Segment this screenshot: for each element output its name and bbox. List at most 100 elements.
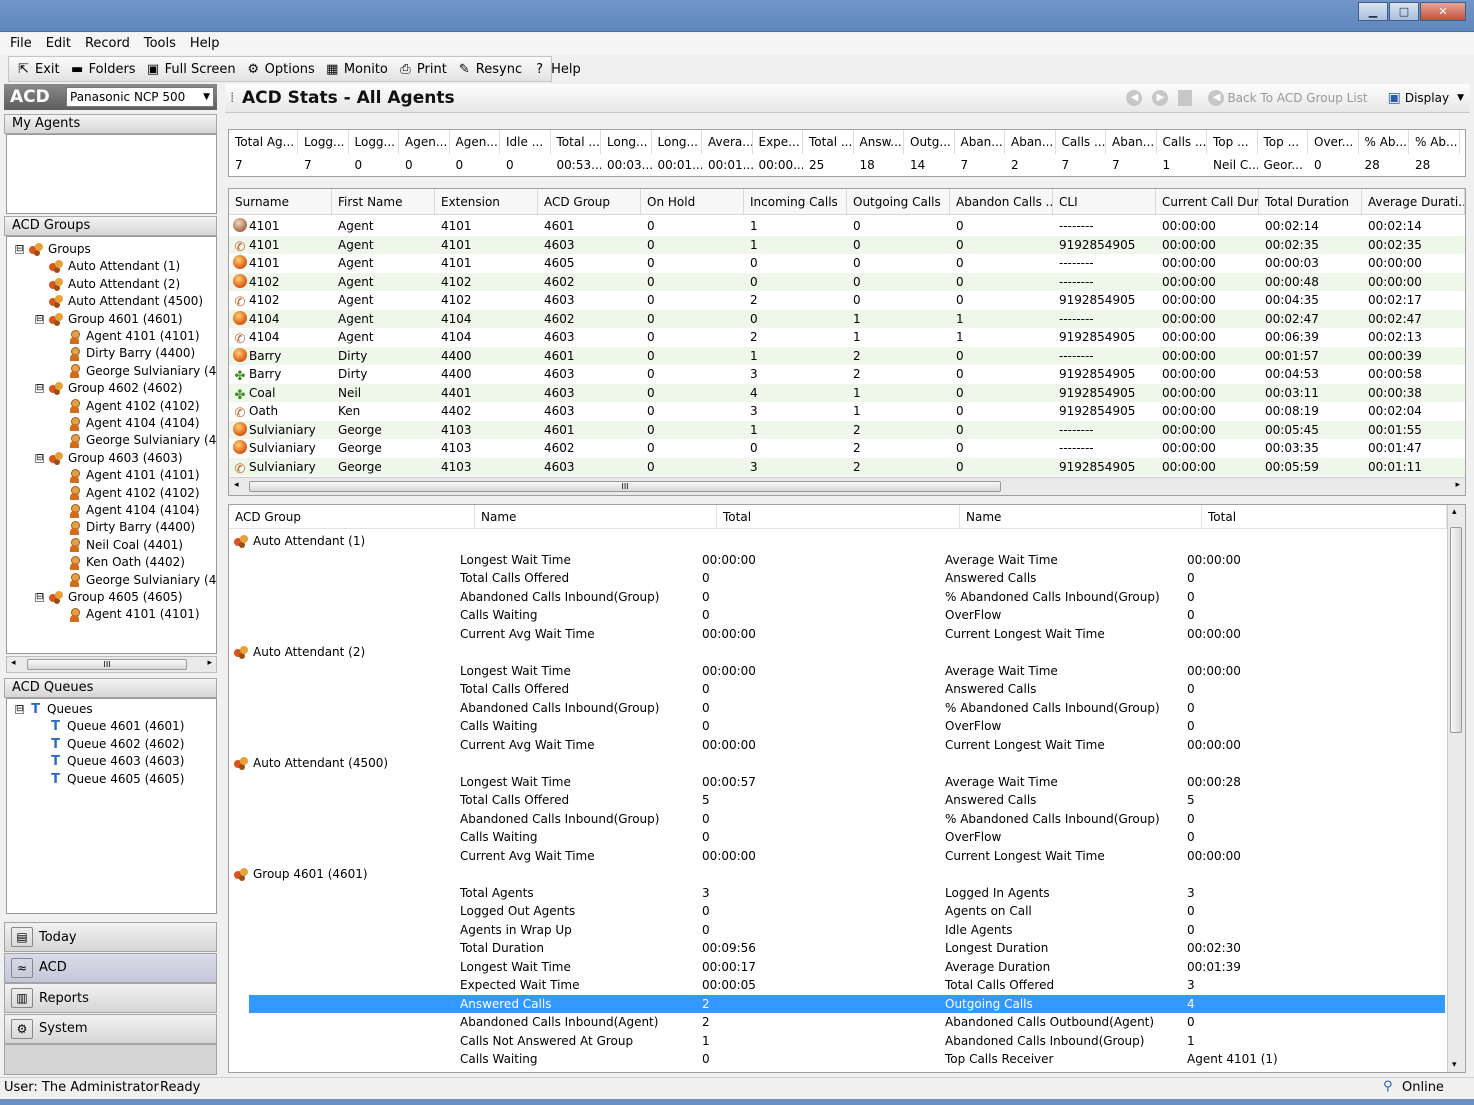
maximize-button[interactable]: □ — [1389, 2, 1419, 21]
column-header[interactable]: Abandon Calls ... — [950, 189, 1053, 215]
stat-row[interactable]: Calls Not Answered At Group 1 Abandoned Ca… — [249, 1032, 1445, 1051]
summary-stat-header[interactable]: Aban... — [955, 130, 1005, 154]
nav-acd-button[interactable]: ≈ ACD — [4, 952, 217, 983]
scroll-right-icon[interactable]: ▸ — [1455, 480, 1460, 490]
scroll-right-icon[interactable]: ▸ — [207, 658, 212, 668]
tree-item[interactable]: T Queue 4601 (4601) — [35, 718, 184, 735]
scroll-left-icon[interactable]: ◂ — [234, 480, 239, 490]
stat-row[interactable]: Calls Waiting 0 OverFlow 0 — [249, 606, 1445, 625]
summary-stat-header[interactable]: Top ... — [1258, 130, 1308, 154]
column-header[interactable]: Average Durati... — [1362, 189, 1465, 215]
stat-row[interactable]: Total Duration 00:09:56 Longest Duration 00… — [249, 939, 1445, 958]
table-row[interactable]: 4102 Agent 4102 4602 0 0 0 0 -------- 00:00:00 00:… — [229, 272, 1465, 291]
tree-item[interactable]: T Queue 4602 (4602) — [35, 736, 184, 753]
tree-item[interactable]: T Queue 4605 (4605) — [35, 771, 184, 788]
stat-row[interactable]: Abandoned Calls Inbound(Group) 0 % Abandon… — [249, 588, 1445, 607]
menu-record[interactable]: Record — [78, 34, 137, 54]
display-chevron-down-icon[interactable]: ▼ — [1457, 93, 1464, 103]
summary-stat-header[interactable]: Total ... — [551, 130, 601, 154]
summary-stat-header[interactable]: Long... — [652, 130, 702, 154]
tree-item[interactable]: Agent 4104 (4104) — [55, 502, 200, 519]
stat-row[interactable]: Total Agents 3 Logged In Agents 3 — [249, 884, 1445, 903]
group-stats-scrollbar[interactable]: ▴ ▾ — [1447, 505, 1465, 1072]
stat-row[interactable]: Expected Wait Time 00:00:05 Total Calls Of… — [249, 976, 1445, 995]
column-header[interactable]: Incoming Calls — [744, 189, 847, 215]
group-row[interactable]: Group 4601 (4601) — [234, 865, 368, 883]
menu-edit[interactable]: Edit — [39, 34, 78, 54]
table-row[interactable]: ✆ 4102 Agent 4102 4603 0 2 0 0 9192854905 00:00:00… — [229, 291, 1465, 310]
toolbar-options-button[interactable]: ⚙ Options — [245, 61, 315, 78]
pbx-select[interactable]: Panasonic NCP 500 ▼ — [66, 87, 214, 107]
summary-stat-header[interactable]: Idle ... — [500, 130, 551, 154]
stat-row[interactable]: Total Calls Offered 5 Answered Calls 5 — [249, 791, 1445, 810]
scrollbar-thumb[interactable]: III — [27, 659, 187, 670]
tree-item[interactable]: Auto Attendant (4500) — [35, 293, 203, 310]
stat-row[interactable]: Longest Wait Time 00:00:00 Average Wait Ti… — [249, 662, 1445, 681]
table-row[interactable]: 4101 Agent 4101 4601 0 1 0 0 -------- 00:00:00 00:… — [229, 217, 1465, 236]
tree-item[interactable]: Agent 4102 (4102) — [55, 398, 200, 415]
tree-item[interactable]: Dirty Barry (4400) — [55, 345, 195, 362]
toolbar-monito-button[interactable]: ▦ Monito — [324, 61, 388, 78]
stat-row[interactable]: Agents in Wrap Up 0 Idle Agents 0 — [249, 921, 1445, 940]
tree-item[interactable]: Agent 4104 (4104) — [55, 415, 200, 432]
summary-stat-header[interactable]: Expe... — [753, 130, 803, 154]
back-arrow-icon[interactable]: ◀ — [1126, 90, 1143, 106]
toolbar-exit-button[interactable]: ⇱ Exit — [15, 61, 60, 78]
group-row[interactable]: Auto Attendant (2) — [234, 643, 365, 661]
toolbar-folders-button[interactable]: ▬ Folders — [69, 61, 136, 78]
stat-row[interactable]: Longest Wait Time 00:00:17 Average Duratio… — [249, 958, 1445, 977]
stat-row[interactable]: Current Avg Wait Time 00:00:00 Current Lon… — [249, 847, 1445, 866]
scroll-down-icon[interactable]: ▾ — [1452, 1060, 1457, 1070]
tree-item[interactable]: Neil Coal (4401) — [55, 537, 183, 554]
close-button[interactable]: ✕ — [1420, 2, 1466, 21]
table-row[interactable]: 4104 Agent 4104 4602 0 0 1 1 -------- 00:00:00 00:… — [229, 309, 1465, 328]
summary-stat-header[interactable]: Aban... — [1106, 130, 1157, 154]
column-header[interactable]: ACD Group — [538, 189, 641, 215]
column-header[interactable]: Total — [717, 505, 960, 529]
tree-item[interactable]: Agent 4101 (4101) — [55, 606, 200, 623]
column-header[interactable]: Extension — [435, 189, 538, 215]
stat-row[interactable]: Total Calls Offered 0 Answered Calls 0 — [249, 680, 1445, 699]
table-row[interactable]: 4101 Agent 4101 4605 0 0 0 0 -------- 00:00:00 00:… — [229, 254, 1465, 273]
tree-item[interactable]: Agent 4102 (4102) — [55, 485, 200, 502]
stat-row[interactable]: Calls Waiting 0 OverFlow 0 — [249, 717, 1445, 736]
group-row[interactable]: Auto Attendant (4500) — [234, 754, 388, 772]
tree-item[interactable]: ⊟ Group 4605 (4605) — [35, 589, 183, 606]
stat-row[interactable]: Abandoned Calls Inbound(Group) 0 % Abandon… — [249, 699, 1445, 718]
page-icon[interactable] — [1178, 90, 1193, 106]
tree-item[interactable]: Auto Attendant (2) — [35, 276, 180, 293]
column-header[interactable]: ACD Group — [229, 505, 475, 529]
table-row[interactable]: ✆ 4101 Agent 4101 4603 0 1 0 0 9192854905 00:00:00… — [229, 235, 1465, 254]
summary-stat-header[interactable]: Answ... — [854, 130, 904, 154]
stat-row[interactable]: Total Calls Offered 0 Answered Calls 0 — [249, 569, 1445, 588]
tree-collapse-icon[interactable]: ⊟ — [35, 453, 44, 463]
summary-stat-header[interactable]: Calls ... — [1056, 130, 1106, 154]
column-header[interactable]: On Hold — [641, 189, 744, 215]
scrollbar-thumb[interactable] — [1450, 527, 1462, 733]
minimize-button[interactable]: ▁ — [1358, 2, 1388, 21]
menu-help[interactable]: Help — [183, 34, 227, 54]
tree-item[interactable]: ⊟ Group 4603 (4603) — [35, 450, 183, 467]
toolbar-full-screen-button[interactable]: ▣ Full Screen — [145, 61, 236, 78]
stat-row[interactable]: Calls Waiting 0 OverFlow 0 — [249, 828, 1445, 847]
column-header[interactable]: First Name — [332, 189, 435, 215]
summary-stat-header[interactable]: Aban... — [1005, 130, 1056, 154]
summary-stat-header[interactable]: Calls ... — [1157, 130, 1207, 154]
tree-item[interactable]: George Sulvianiary (410 — [55, 363, 216, 380]
table-row[interactable]: ✆ 4104 Agent 4104 4603 0 2 1 1 9192854905 00:00:00… — [229, 328, 1465, 347]
summary-stat-header[interactable]: % Ab... — [1359, 130, 1409, 154]
tree-collapse-icon[interactable]: ⊟ — [15, 245, 24, 254]
summary-stat-header[interactable]: Avera... — [702, 130, 753, 154]
tree-collapse-icon[interactable]: ⊟ — [35, 384, 44, 394]
tree-item[interactable]: Agent 4101 (4101) — [55, 328, 200, 345]
summary-stat-header[interactable]: Long... — [601, 130, 652, 154]
table-row[interactable]: Sulvianiary George 4103 4601 0 1 2 0 -------- 00:… — [229, 420, 1465, 439]
stat-row[interactable]: Current Avg Wait Time 00:00:00 Current Lon… — [249, 736, 1445, 755]
stat-row[interactable]: Current Avg Wait Time 00:00:00 Current Lon… — [249, 625, 1445, 644]
back-to-group-list-link[interactable]: Back To ACD Group List — [1227, 91, 1367, 105]
forward-arrow-icon[interactable]: ▶ — [1152, 90, 1169, 106]
scroll-up-icon[interactable]: ▴ — [1452, 507, 1457, 517]
column-header[interactable]: CLI — [1053, 189, 1156, 215]
table-row[interactable]: ✤ Coal Neil 4401 4603 0 4 1 0 9192854905 00:00:00 0… — [229, 383, 1465, 402]
column-header[interactable]: Total — [1202, 505, 1447, 529]
